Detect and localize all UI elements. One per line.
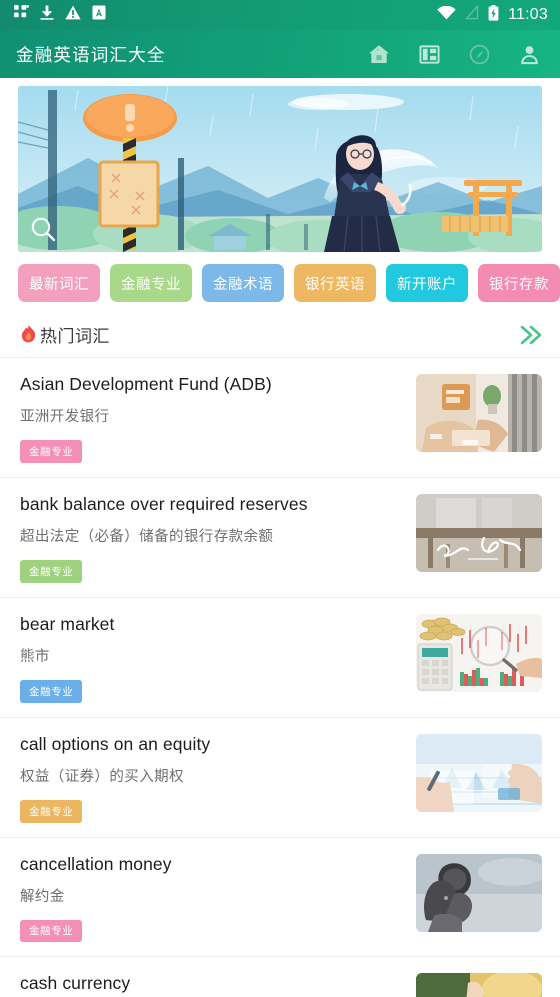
category-chip-5[interactable]: 银行存款 <box>478 264 560 302</box>
wifi-icon <box>437 5 456 25</box>
compass-icon[interactable] <box>466 41 492 67</box>
word-tag[interactable]: 金融专业 <box>20 560 83 583</box>
profile-icon[interactable] <box>516 41 542 67</box>
word-thumbnail[interactable] <box>416 853 542 932</box>
word-translation: 权益（证券）的买入期权 <box>20 768 184 785</box>
coins-wooden-steps-image <box>416 973 542 997</box>
table-row[interactable]: bear market 熊市 金融专业 <box>0 598 560 718</box>
category-chip-row[interactable]: 最新词汇 金融专业 金融术语 银行英语 新开账户 银行存款 取款结余 银行业务 <box>0 252 560 312</box>
category-chip-label: 金融术语 <box>213 276 273 293</box>
status-bar-left-icons <box>14 5 106 25</box>
desk-charts-hands-image <box>416 733 542 812</box>
word-thumbnail[interactable] <box>416 613 542 692</box>
word-thumbnail[interactable] <box>416 374 542 452</box>
word-translation: 解约金 <box>20 888 65 905</box>
section-title: 热门词汇 <box>40 327 110 346</box>
word-text-block: Asian Development Fund (ADB) 亚洲开发银行 金融专业 <box>20 374 416 463</box>
app-badge-icon <box>92 5 106 25</box>
category-chip-label: 银行英语 <box>305 276 365 293</box>
category-chip-label: 新开账户 <box>397 276 457 293</box>
category-chip-4[interactable]: 新开账户 <box>386 264 468 302</box>
banner-carousel[interactable] <box>0 78 560 252</box>
word-text-block: cancellation money 解约金 金融专业 <box>20 854 416 943</box>
banner-illustration <box>18 86 542 252</box>
word-term: bear market <box>20 613 115 634</box>
signal-off-icon <box>464 4 479 25</box>
search-icon[interactable] <box>28 214 58 244</box>
word-text-block: call options on an equity 权益（证券）的买入期权 金融… <box>20 734 416 823</box>
hands-holding-rock-image <box>416 853 542 932</box>
warning-icon <box>65 5 81 25</box>
category-chip-0[interactable]: 最新词汇 <box>18 264 100 302</box>
app-bar-actions <box>366 41 542 67</box>
word-thumbnail[interactable] <box>416 973 542 997</box>
word-term: cash currency <box>20 973 131 994</box>
status-bar-right-icons: 11:03 <box>437 4 548 26</box>
word-term: Asian Development Fund (ADB) <box>20 374 272 394</box>
app-bar: 金融英语词汇大全 <box>0 30 560 78</box>
flame-icon <box>20 324 37 346</box>
battery-charging-icon <box>488 4 499 26</box>
double-chevron-right-icon[interactable] <box>518 324 544 346</box>
word-translation: 熊市 <box>20 648 50 665</box>
word-text-block: cash currency 现金通货 金融专业 <box>20 973 416 997</box>
word-thumbnail[interactable] <box>416 733 542 812</box>
status-bar: 11:03 <box>0 0 560 30</box>
home-icon[interactable] <box>366 41 392 67</box>
category-chip-2[interactable]: 金融术语 <box>202 264 284 302</box>
word-tag[interactable]: 金融专业 <box>20 800 83 823</box>
word-term: cancellation money <box>20 853 172 874</box>
download-icon <box>40 5 54 25</box>
word-text-block: bear market 熊市 金融专业 <box>20 614 416 703</box>
table-row[interactable]: cancellation money 解约金 金融专业 <box>0 838 560 958</box>
layout-icon[interactable] <box>416 41 442 67</box>
table-row[interactable]: call options on an equity 权益（证券）的买入期权 金融… <box>0 718 560 838</box>
category-chip-3[interactable]: 银行英语 <box>294 264 376 302</box>
office-hands-tablet-image <box>416 374 542 452</box>
word-tag[interactable]: 金融专业 <box>20 680 83 703</box>
coins-calculator-chart-image <box>416 613 542 692</box>
word-thumbnail[interactable] <box>416 493 542 572</box>
table-script-logo-image <box>416 493 542 572</box>
word-tag[interactable]: 金融专业 <box>20 440 83 463</box>
status-bar-clock: 11:03 <box>508 6 548 23</box>
word-translation: 超出法定（必备）储备的银行存款余额 <box>20 528 274 545</box>
category-chip-label: 金融专业 <box>121 276 181 293</box>
category-chip-1[interactable]: 金融专业 <box>110 264 192 302</box>
category-chip-label: 最新词汇 <box>29 276 89 293</box>
app-screen: 11:03 金融英语词汇大全 最新词汇 金融专业 金融术语 银行英语 新开账户 … <box>0 0 560 997</box>
word-term: bank balance over required reserves <box>20 493 308 514</box>
hot-words-list: Asian Development Fund (ADB) 亚洲开发银行 金融专业 <box>0 358 560 997</box>
word-tag[interactable]: 金融专业 <box>20 919 83 943</box>
word-text-block: bank balance over required reserves 超出法定… <box>20 494 416 583</box>
apps-icon <box>14 5 29 25</box>
word-translation: 亚洲开发银行 <box>20 409 110 425</box>
table-row[interactable]: Asian Development Fund (ADB) 亚洲开发银行 金融专业 <box>0 358 560 478</box>
banner-image[interactable] <box>18 86 542 252</box>
table-row[interactable]: bank balance over required reserves 超出法定… <box>0 478 560 598</box>
table-row[interactable]: cash currency 现金通货 金融专业 <box>0 957 560 997</box>
page-title: 金融英语词汇大全 <box>16 44 166 65</box>
category-chip-label: 银行存款 <box>489 276 549 293</box>
word-term: call options on an equity <box>20 733 211 754</box>
hot-words-section-header: 热门词汇 <box>0 312 560 358</box>
